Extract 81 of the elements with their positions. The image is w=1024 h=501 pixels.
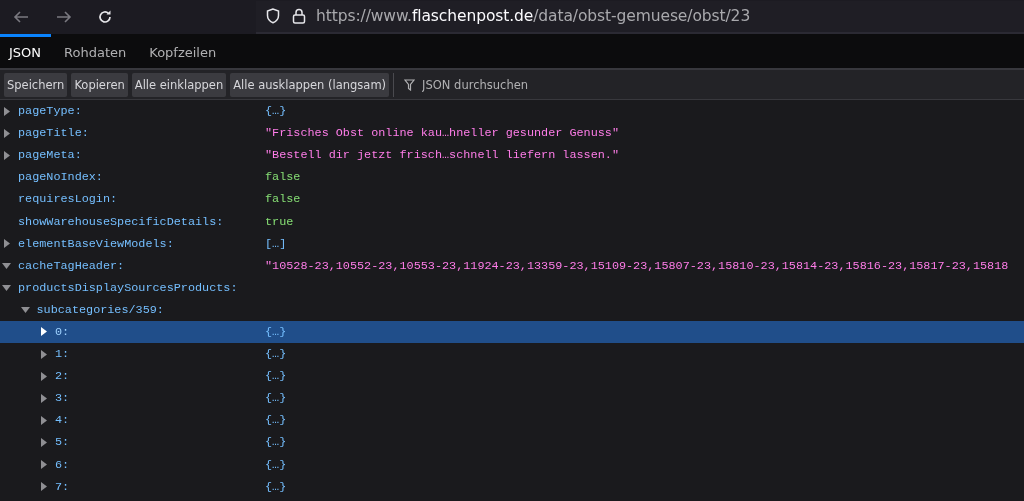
collapsed-arrow-icon[interactable] [40,482,47,492]
json-value: {…} [265,104,287,119]
tree-row[interactable]: 6: {…} [0,453,1024,476]
json-key: 3: [55,391,70,406]
tree-row[interactable]: 2: {…} [0,365,1024,388]
tree-row[interactable]: 4: {…} [0,409,1024,432]
json-value: "Bestell dir jetzt frisch…schnell liefern lassen." [265,148,619,163]
url-text: https://www.flaschenpost.de/data/obst-gemuese/obst/23 [316,7,751,25]
json-value: false [265,192,301,207]
json-value: false [265,170,301,185]
tree-row[interactable]: pageTitle: "Frisches Obst online kau…hneller gesunder Genuss" [0,122,1024,145]
json-key: cacheTagHeader: [18,258,125,273]
collapsed-arrow-icon[interactable] [40,437,47,447]
json-key: subcategories/359: [36,302,164,317]
json-value: […] [265,236,287,251]
json-value: {…} [265,457,287,472]
reload-icon[interactable] [97,9,113,25]
viewer-tab[interactable]: Rohdaten [55,34,137,68]
tree-row[interactable]: elementBaseViewModels: […] [0,232,1024,255]
tree-row[interactable]: productsDisplaySourcesProducts: [0,276,1024,299]
expanded-arrow-icon[interactable] [20,306,30,313]
json-key: 1: [55,347,70,362]
collapsed-arrow-icon[interactable] [3,239,10,249]
expanded-arrow-icon[interactable] [2,284,11,291]
json-key: elementBaseViewModels: [18,236,174,251]
json-key: productsDisplaySourcesProducts: [18,280,238,295]
expanded-arrow-icon[interactable] [2,262,11,269]
shield-icon[interactable] [266,8,280,24]
json-key: pageType: [18,104,82,119]
toolbar-button[interactable]: Alle ausklappen (langsam) [230,72,390,97]
json-key: 4: [55,413,70,428]
forward-icon[interactable] [56,10,72,24]
back-icon[interactable] [13,10,29,24]
tree-row[interactable]: showWarehouseSpecificDetails: true [0,210,1024,233]
json-value: "Frisches Obst online kau…hneller gesunder Genuss" [265,126,619,141]
json-value: {…} [265,479,287,494]
tree-row[interactable]: 1: {…} [0,343,1024,366]
json-key: 6: [55,457,70,472]
tree-row[interactable]: 3: {…} [0,387,1024,410]
toolbar-button[interactable]: Alle einklappen [131,72,227,97]
json-key: 2: [55,369,70,384]
lock-icon[interactable] [292,8,306,24]
filter-field[interactable]: JSON durchsuchen [420,76,625,93]
json-value: {…} [265,391,287,406]
tree-row[interactable]: cacheTagHeader: "10528-23,10552-23,10553-23,11924-23,13359-23,15109-23,15807-23,15810-23,15814-23,15816-23,15817-23,15818 [0,254,1024,277]
viewer-tab[interactable]: Kopfzeilen [140,34,227,68]
json-value: {…} [265,413,287,428]
json-key: 0: [55,325,70,339]
json-key: 7: [55,479,70,494]
collapsed-arrow-icon[interactable] [3,128,10,138]
json-value: {…} [265,347,287,362]
json-value: {…} [265,325,287,339]
json-value: {…} [265,369,287,384]
json-key: pageNoIndex: [18,170,103,185]
tree-row[interactable]: pageType: {…} [0,100,1024,123]
collapsed-arrow-icon[interactable] [40,415,47,425]
json-key: showWarehouseSpecificDetails: [18,214,224,229]
tree-row[interactable]: 7: {…} [0,475,1024,498]
collapsed-arrow-icon[interactable] [3,106,10,116]
tree-row[interactable]: 5: {…} [0,431,1024,454]
collapsed-arrow-icon[interactable] [3,150,10,160]
json-key: pageMeta: [18,148,82,163]
toolbar-button[interactable]: Speichern [4,72,68,97]
json-value: true [265,214,294,229]
collapsed-arrow-icon[interactable] [40,393,47,403]
toolbar-button[interactable]: Kopieren [71,72,128,97]
tree-row[interactable]: requiresLogin: false [0,188,1024,211]
json-value: "10528-23,10552-23,10553-23,11924-23,13359-23,15109-23,15807-23,15810-23,15814-23,15816-23,15817-23,15818 [265,258,1009,273]
tree-row[interactable]: subcategories/359: [0,298,1024,321]
collapsed-arrow-icon[interactable] [40,371,47,381]
tree-row[interactable]: pageMeta: "Bestell dir jetzt frisch…schnell liefern lassen." [0,144,1024,167]
collapsed-arrow-icon[interactable] [40,349,47,359]
json-key: requiresLogin: [18,192,118,207]
collapsed-arrow-icon[interactable] [40,460,47,470]
collapsed-arrow-icon[interactable] [40,327,47,337]
json-key: 5: [55,435,70,450]
tree-row[interactable]: 0: {…} [0,320,1024,344]
json-key: pageTitle: [18,126,89,141]
tree-row[interactable]: pageNoIndex: false [0,166,1024,189]
json-value: {…} [265,435,287,450]
filter-icon [404,78,416,91]
